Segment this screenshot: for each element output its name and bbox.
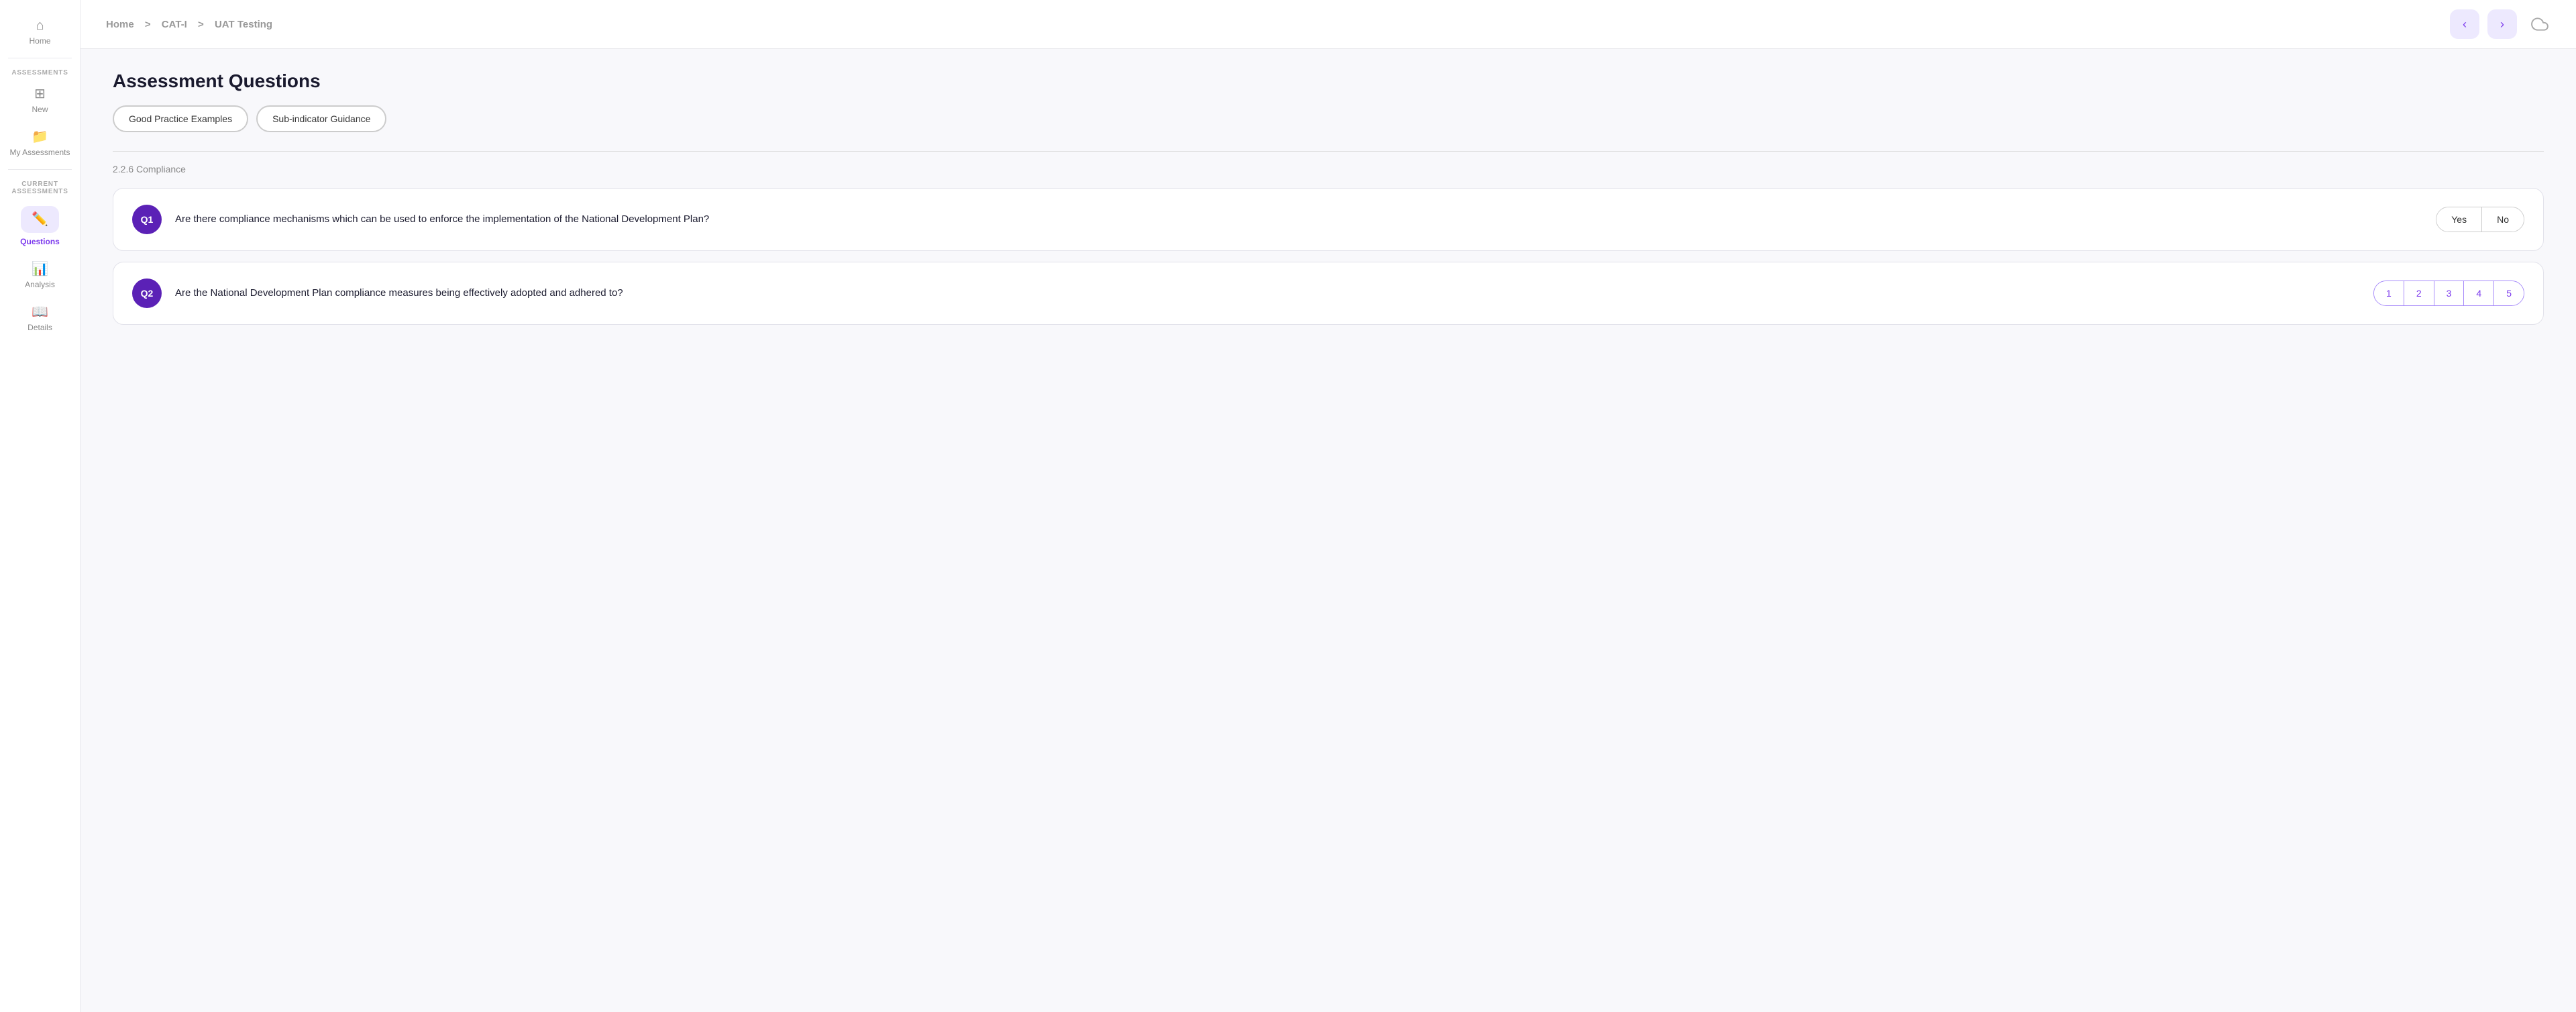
q2-scale-1[interactable]: 1 bbox=[2374, 281, 2404, 305]
sidebar-item-questions[interactable]: ✏️ Questions bbox=[0, 198, 80, 254]
breadcrumb-sep2: > bbox=[198, 19, 207, 30]
breadcrumb-page: UAT Testing bbox=[215, 19, 272, 30]
question-left-2: Q2 Are the National Development Plan com… bbox=[132, 279, 2357, 308]
breadcrumb-sep1: > bbox=[145, 19, 154, 30]
sub-indicator-button[interactable]: Sub-indicator Guidance bbox=[256, 105, 386, 132]
question-left-1: Q1 Are there compliance mechanisms which… bbox=[132, 205, 2420, 234]
sidebar-item-home[interactable]: ⌂ Home bbox=[0, 11, 80, 54]
sidebar-item-details[interactable]: 📖 Details bbox=[0, 297, 80, 340]
breadcrumb-cat: CAT-I bbox=[162, 19, 187, 30]
breadcrumb: Home > CAT-I > UAT Testing bbox=[102, 19, 276, 30]
sidebar-divider-2 bbox=[8, 169, 72, 170]
sidebar-analysis-label: Analysis bbox=[25, 280, 55, 289]
new-icon: ⊞ bbox=[34, 87, 46, 101]
sidebar-questions-label: Questions bbox=[20, 237, 60, 246]
page-title: Assessment Questions bbox=[113, 70, 2544, 92]
good-practice-button[interactable]: Good Practice Examples bbox=[113, 105, 248, 132]
q1-yes-button[interactable]: Yes bbox=[2436, 207, 2482, 232]
action-buttons: Good Practice Examples Sub-indicator Gui… bbox=[113, 105, 2544, 132]
cloud-icon bbox=[2531, 15, 2548, 33]
q2-text: Are the National Development Plan compli… bbox=[175, 286, 623, 301]
cloud-button[interactable] bbox=[2525, 9, 2555, 39]
q2-scale-2[interactable]: 2 bbox=[2404, 281, 2434, 305]
questions-active-bg: ✏️ bbox=[21, 206, 59, 233]
q2-scale-5[interactable]: 5 bbox=[2494, 281, 2524, 305]
sidebar-item-new[interactable]: ⊞ New bbox=[0, 79, 80, 122]
q1-badge: Q1 bbox=[132, 205, 162, 234]
q2-scale-3[interactable]: 3 bbox=[2434, 281, 2465, 305]
q1-text: Are there compliance mechanisms which ca… bbox=[175, 212, 709, 227]
sidebar-home-label: Home bbox=[29, 36, 50, 46]
breadcrumb-home: Home bbox=[106, 19, 134, 30]
q1-no-button[interactable]: No bbox=[2482, 207, 2524, 232]
current-assessments-section-label: CURRENT ASSESSMENTS bbox=[0, 174, 80, 198]
q1-yes-no-group: Yes No bbox=[2436, 207, 2524, 232]
q2-scale-group: 1 2 3 4 5 bbox=[2373, 281, 2524, 306]
details-icon: 📖 bbox=[32, 305, 48, 319]
sidebar-details-label: Details bbox=[28, 323, 52, 332]
analysis-icon: 📊 bbox=[32, 262, 48, 276]
content-area: Assessment Questions Good Practice Examp… bbox=[80, 49, 2576, 1012]
sidebar-my-assessments-label: My Assessments bbox=[9, 148, 70, 157]
main-area: Home > CAT-I > UAT Testing ‹ › Assessmen… bbox=[80, 0, 2576, 1012]
section-divider bbox=[113, 151, 2544, 152]
sidebar-new-label: New bbox=[32, 105, 48, 114]
question-card-2: Q2 Are the National Development Plan com… bbox=[113, 262, 2544, 325]
sidebar-item-analysis[interactable]: 📊 Analysis bbox=[0, 254, 80, 297]
assessments-section-label: ASSESSMENTS bbox=[0, 62, 80, 79]
prev-button[interactable]: ‹ bbox=[2450, 9, 2479, 39]
next-button[interactable]: › bbox=[2487, 9, 2517, 39]
folder-icon: 📁 bbox=[32, 130, 48, 144]
topbar: Home > CAT-I > UAT Testing ‹ › bbox=[80, 0, 2576, 49]
q2-scale-4[interactable]: 4 bbox=[2464, 281, 2494, 305]
question-card-1: Q1 Are there compliance mechanisms which… bbox=[113, 188, 2544, 251]
sidebar: ⌂ Home ASSESSMENTS ⊞ New 📁 My Assessment… bbox=[0, 0, 80, 1012]
q2-badge: Q2 bbox=[132, 279, 162, 308]
topbar-actions: ‹ › bbox=[2450, 9, 2555, 39]
section-label: 2.2.6 Compliance bbox=[113, 164, 2544, 174]
questions-icon: ✏️ bbox=[32, 212, 48, 227]
home-icon: ⌂ bbox=[36, 19, 44, 32]
sidebar-item-my-assessments[interactable]: 📁 My Assessments bbox=[0, 122, 80, 165]
